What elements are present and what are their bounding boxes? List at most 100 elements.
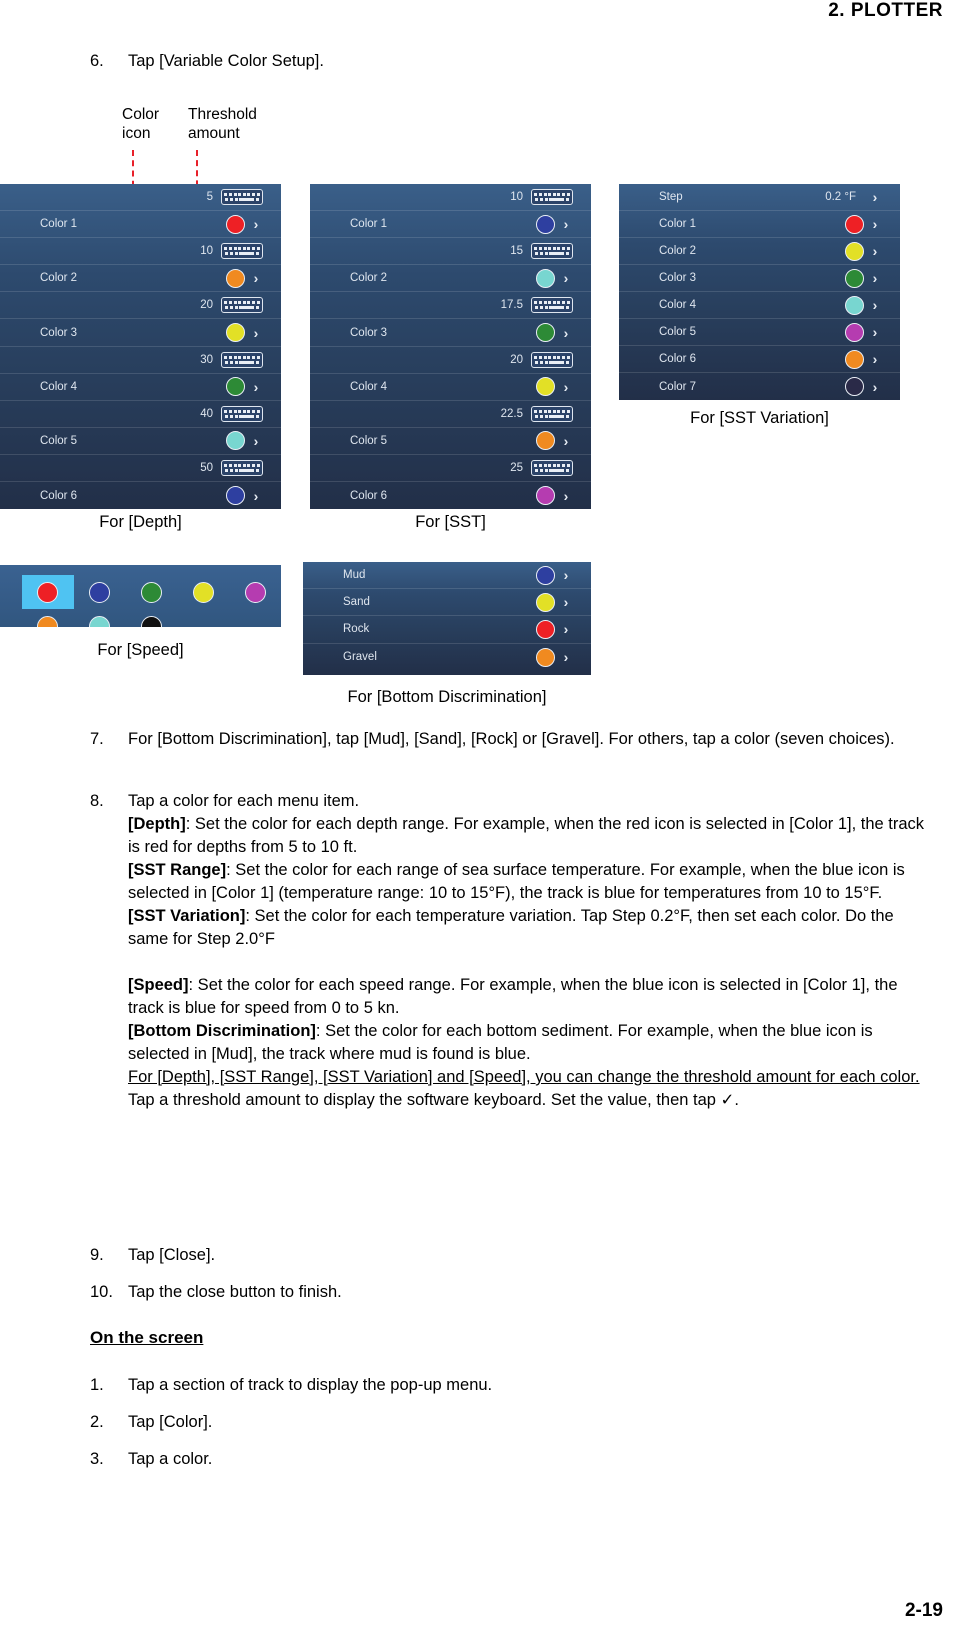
color-swatch-icon[interactable]	[89, 581, 111, 603]
keyboard-icon[interactable]	[221, 405, 263, 422]
step-value[interactable]: 0.2 °F	[825, 191, 856, 203]
color-row[interactable]: Color 2 ›	[0, 265, 281, 293]
threshold-value[interactable]: 40	[200, 408, 213, 420]
threshold-value[interactable]: 17.5	[501, 299, 523, 311]
color-swatch-icon[interactable]	[845, 322, 864, 342]
chevron-right-icon[interactable]: ›	[245, 433, 267, 449]
speed-color-option[interactable]	[74, 575, 126, 609]
threshold-row[interactable]: 20	[310, 347, 591, 374]
chevron-right-icon[interactable]: ›	[555, 649, 577, 665]
color-row[interactable]: Gravel ›	[303, 644, 591, 671]
threshold-value[interactable]: 20	[200, 299, 213, 311]
threshold-value[interactable]: 20	[510, 354, 523, 366]
color-row[interactable]: Color 5 ›	[310, 428, 591, 455]
color-swatch-icon[interactable]	[536, 431, 555, 451]
color-row[interactable]: Rock ›	[303, 616, 591, 644]
chevron-right-icon[interactable]: ›	[864, 324, 886, 340]
color-row[interactable]: Color 6 ›	[619, 346, 900, 373]
color-row[interactable]: Color 3 ›	[0, 319, 281, 347]
chevron-right-icon[interactable]: ›	[245, 488, 267, 504]
keyboard-icon[interactable]	[531, 405, 573, 422]
color-row[interactable]: Color 5 ›	[0, 428, 281, 455]
color-row[interactable]: Color 6 ›	[0, 482, 281, 509]
chevron-right-icon[interactable]: ›	[555, 433, 577, 449]
color-swatch-icon[interactable]	[226, 377, 245, 397]
threshold-row[interactable]: 10	[310, 184, 591, 212]
threshold-value[interactable]: 25	[510, 462, 523, 474]
color-swatch-icon[interactable]	[226, 323, 245, 343]
chevron-right-icon[interactable]: ›	[555, 216, 577, 232]
color-swatch-icon[interactable]	[845, 241, 864, 261]
chevron-right-icon[interactable]: ›	[555, 270, 577, 286]
color-row[interactable]: Color 1 ›	[310, 211, 591, 239]
color-swatch-icon[interactable]	[226, 268, 245, 288]
threshold-value[interactable]: 10	[510, 191, 523, 203]
keyboard-icon[interactable]	[531, 297, 573, 314]
color-swatch-icon[interactable]	[37, 615, 59, 627]
chevron-right-icon[interactable]: ›	[245, 216, 267, 232]
chevron-right-icon[interactable]: ›	[864, 270, 886, 286]
speed-color-option[interactable]	[74, 609, 126, 627]
color-swatch-icon[interactable]	[226, 431, 245, 451]
threshold-row[interactable]: 17.5	[310, 292, 591, 320]
threshold-row[interactable]: 22.5	[310, 401, 591, 428]
color-row[interactable]: Color 4 ›	[0, 374, 281, 401]
keyboard-icon[interactable]	[221, 297, 263, 314]
chevron-right-icon[interactable]: ›	[555, 567, 577, 583]
color-swatch-icon[interactable]	[536, 323, 555, 343]
speed-color-option[interactable]	[22, 575, 74, 609]
color-swatch-icon[interactable]	[536, 592, 555, 612]
chevron-right-icon[interactable]: ›	[864, 297, 886, 313]
color-row[interactable]: Color 3 ›	[619, 265, 900, 292]
chevron-right-icon[interactable]: ›	[245, 270, 267, 286]
threshold-row[interactable]: 25	[310, 455, 591, 483]
color-swatch-icon[interactable]	[536, 647, 555, 667]
threshold-value[interactable]: 22.5	[501, 408, 523, 420]
keyboard-icon[interactable]	[531, 189, 573, 206]
color-swatch-icon[interactable]	[845, 214, 864, 234]
chevron-right-icon[interactable]: ›	[864, 243, 886, 259]
threshold-row[interactable]: 40	[0, 401, 281, 428]
color-row[interactable]: Color 1 ›	[0, 211, 281, 239]
chevron-right-icon[interactable]: ›	[555, 325, 577, 341]
color-swatch-icon[interactable]	[536, 619, 555, 639]
threshold-row[interactable]: 5	[0, 184, 281, 212]
chevron-right-icon[interactable]: ›	[864, 189, 886, 205]
threshold-row[interactable]: 50	[0, 455, 281, 483]
chevron-right-icon[interactable]: ›	[864, 351, 886, 367]
keyboard-icon[interactable]	[221, 351, 263, 368]
color-row[interactable]: Color 2 ›	[310, 265, 591, 293]
panel-sst[interactable]: 10 Color 1 › 15 Color 2 › 17.5 Color 3 › 20 Color …	[310, 184, 591, 509]
panel-depth[interactable]: 5 Color 1 › 10 Color 2 › 20 Color 3 › 30 Color 4 › 4…	[0, 184, 281, 509]
speed-color-option[interactable]	[229, 575, 281, 609]
color-row[interactable]: Color 2 ›	[619, 238, 900, 265]
threshold-row[interactable]: 30	[0, 347, 281, 374]
chevron-right-icon[interactable]: ›	[864, 379, 886, 395]
color-row[interactable]: Sand ›	[303, 589, 591, 617]
color-swatch-icon[interactable]	[536, 214, 555, 234]
color-swatch-icon[interactable]	[192, 581, 214, 603]
chevron-right-icon[interactable]: ›	[555, 379, 577, 395]
chevron-right-icon[interactable]: ›	[864, 216, 886, 232]
color-swatch-icon[interactable]	[140, 581, 162, 603]
threshold-value[interactable]: 5	[207, 191, 213, 203]
color-swatch-icon[interactable]	[845, 295, 864, 315]
threshold-value[interactable]: 15	[510, 245, 523, 257]
speed-color-option[interactable]	[177, 575, 229, 609]
color-row[interactable]: Color 4 ›	[310, 374, 591, 401]
color-swatch-icon[interactable]	[37, 581, 59, 603]
color-row[interactable]: Color 6 ›	[310, 482, 591, 509]
color-swatch-icon[interactable]	[536, 565, 555, 585]
keyboard-icon[interactable]	[221, 459, 263, 476]
keyboard-icon[interactable]	[531, 351, 573, 368]
color-swatch-icon[interactable]	[845, 377, 864, 396]
chevron-right-icon[interactable]: ›	[555, 621, 577, 637]
keyboard-icon[interactable]	[531, 459, 573, 476]
speed-color-grid[interactable]	[0, 565, 281, 627]
color-swatch-icon[interactable]	[89, 615, 111, 627]
chevron-right-icon[interactable]: ›	[555, 488, 577, 504]
color-swatch-icon[interactable]	[536, 268, 555, 288]
keyboard-icon[interactable]	[221, 189, 263, 206]
color-row[interactable]: Color 4 ›	[619, 292, 900, 319]
keyboard-icon[interactable]	[531, 243, 573, 260]
